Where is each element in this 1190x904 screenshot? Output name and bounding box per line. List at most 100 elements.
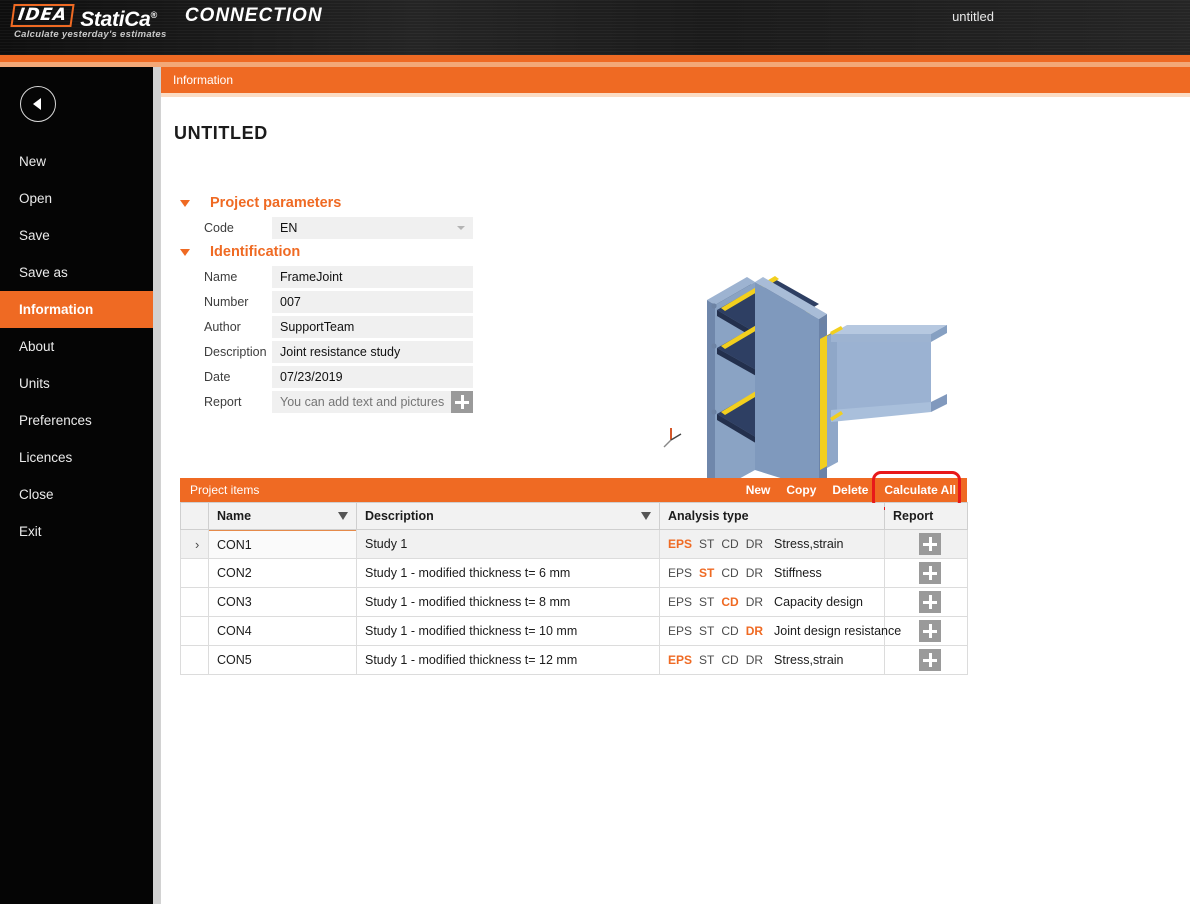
plus-icon[interactable] <box>919 562 941 584</box>
cell-name[interactable]: CON2 <box>209 559 357 588</box>
analysis-badge-st[interactable]: ST <box>699 595 714 609</box>
cell-description[interactable]: Study 1 - modified thickness t= 6 mm <box>357 559 660 588</box>
chevron-right-icon[interactable]: › <box>189 537 199 552</box>
tab-bar: Information <box>161 67 1190 93</box>
collapse-triangle-icon[interactable] <box>180 249 190 256</box>
sidebar-item-licences[interactable]: Licences <box>0 439 153 476</box>
analysis-badge-eps[interactable]: EPS <box>668 566 692 580</box>
back-button[interactable] <box>20 86 56 122</box>
analysis-badge-cd[interactable]: CD <box>721 624 738 638</box>
table-row[interactable]: ›CON1Study 1EPSSTCDDRStress,strain <box>181 530 968 559</box>
cell-description[interactable]: Study 1 - modified thickness t= 12 mm <box>357 646 660 675</box>
coordinate-axis-icon <box>659 422 689 452</box>
cell-name[interactable]: CON1 <box>209 530 357 559</box>
plus-icon[interactable] <box>919 591 941 613</box>
sidebar-item-preferences[interactable]: Preferences <box>0 402 153 439</box>
analysis-badge-cd[interactable]: CD <box>721 653 738 667</box>
analysis-type-name: Stress,strain <box>774 653 843 667</box>
cell-analysis-type[interactable]: EPSSTCDDRCapacity design <box>660 588 885 617</box>
model-viewport[interactable] <box>651 242 981 492</box>
copy-button[interactable]: Copy <box>786 483 816 497</box>
description-input[interactable] <box>272 341 473 363</box>
cell-name[interactable]: CON5 <box>209 646 357 675</box>
table-row[interactable]: CON2Study 1 - modified thickness t= 6 mm… <box>181 559 968 588</box>
cell-description[interactable]: Study 1 <box>357 530 660 559</box>
sidebar-item-save[interactable]: Save <box>0 217 153 254</box>
sidebar-item-new[interactable]: New <box>0 143 153 180</box>
name-editor[interactable]: CON1 <box>208 530 357 559</box>
cell-analysis-type[interactable]: EPSSTCDDRJoint design resistance <box>660 617 885 646</box>
analysis-badge-dr[interactable]: DR <box>746 653 763 667</box>
product-name: CONNECTION <box>185 4 323 27</box>
analysis-badge-st[interactable]: ST <box>699 566 714 580</box>
plus-icon[interactable] <box>919 533 941 555</box>
calculate-all-button[interactable]: Calculate All <box>884 483 956 497</box>
analysis-badge-cd[interactable]: CD <box>721 595 738 609</box>
analysis-badge-eps[interactable]: EPS <box>668 624 692 638</box>
sidebar-menu: NewOpenSaveSave asInformationAboutUnitsP… <box>0 143 153 550</box>
cell-name[interactable]: CON4 <box>209 617 357 646</box>
analysis-badge-eps[interactable]: EPS <box>668 537 692 551</box>
project-parameters-header[interactable]: Project parameters <box>174 195 504 211</box>
code-input[interactable] <box>272 217 473 239</box>
column-header-report[interactable]: Report <box>885 503 968 530</box>
cell-analysis-type[interactable]: EPSSTCDDRStress,strain <box>660 530 885 559</box>
sidebar-item-open[interactable]: Open <box>0 180 153 217</box>
delete-button[interactable]: Delete <box>832 483 868 497</box>
table-row[interactable]: CON5Study 1 - modified thickness t= 12 m… <box>181 646 968 675</box>
code-label: Code <box>174 221 272 235</box>
row-expand-cell[interactable] <box>181 646 209 675</box>
row-expand-cell[interactable] <box>181 588 209 617</box>
plus-icon[interactable] <box>451 391 473 413</box>
collapse-triangle-icon[interactable] <box>180 200 190 207</box>
chevron-down-icon[interactable] <box>457 226 465 230</box>
analysis-badge-eps[interactable]: EPS <box>668 653 692 667</box>
filter-icon[interactable] <box>641 512 651 520</box>
column-header-description[interactable]: Description <box>357 503 660 530</box>
analysis-badge-dr[interactable]: DR <box>746 566 763 580</box>
analysis-badge-cd[interactable]: CD <box>721 537 738 551</box>
cell-description[interactable]: Study 1 - modified thickness t= 10 mm <box>357 617 660 646</box>
date-input[interactable] <box>272 366 473 388</box>
analysis-badge-eps[interactable]: EPS <box>668 595 692 609</box>
analysis-badge-dr[interactable]: DR <box>746 537 763 551</box>
code-select[interactable] <box>272 217 473 239</box>
new-button[interactable]: New <box>746 483 771 497</box>
column-header-analysis-type[interactable]: Analysis type <box>660 503 885 530</box>
column-header-select <box>181 503 209 530</box>
cell-description[interactable]: Study 1 - modified thickness t= 8 mm <box>357 588 660 617</box>
analysis-badge-dr[interactable]: DR <box>746 595 763 609</box>
table-row[interactable]: CON3Study 1 - modified thickness t= 8 mm… <box>181 588 968 617</box>
cell-analysis-type[interactable]: EPS ST CD DR Stress,strain <box>660 646 885 675</box>
sidebar-item-close[interactable]: Close <box>0 476 153 513</box>
plus-icon[interactable] <box>919 620 941 642</box>
analysis-badge-dr[interactable]: DR <box>746 624 763 638</box>
filter-icon[interactable] <box>338 512 348 520</box>
tab-information[interactable]: Information <box>161 67 1190 93</box>
sidebar-item-about[interactable]: About <box>0 328 153 365</box>
identification-header[interactable]: Identification <box>174 244 504 260</box>
cell-analysis-type[interactable]: EPSSTCDDRStiffness <box>660 559 885 588</box>
number-input[interactable] <box>272 291 473 313</box>
row-expand-cell[interactable] <box>181 617 209 646</box>
row-expand-cell[interactable]: › <box>181 530 209 559</box>
analysis-badge-st[interactable]: ST <box>699 624 714 638</box>
report-input[interactable] <box>272 391 451 413</box>
row-expand-cell[interactable] <box>181 559 209 588</box>
name-input[interactable] <box>272 266 473 288</box>
sidebar-item-exit[interactable]: Exit <box>0 513 153 550</box>
analysis-badge-cd[interactable]: CD <box>721 566 738 580</box>
cell-name[interactable]: CON3 <box>209 588 357 617</box>
sidebar-item-units[interactable]: Units <box>0 365 153 402</box>
sidebar-item-information[interactable]: Information <box>0 291 153 328</box>
column-header-name[interactable]: Name <box>209 503 357 530</box>
analysis-badge-st[interactable]: ST <box>699 537 714 551</box>
name-label: Name <box>174 270 272 284</box>
author-input[interactable] <box>272 316 473 338</box>
sidebar-item-save-as[interactable]: Save as <box>0 254 153 291</box>
plus-icon[interactable] <box>919 649 941 671</box>
analysis-badge-group: EPSSTCDDRStiffness <box>668 566 884 580</box>
project-parameters-title: Project parameters <box>210 195 341 211</box>
analysis-badge-st[interactable]: ST <box>699 653 714 667</box>
table-row[interactable]: CON4Study 1 - modified thickness t= 10 m… <box>181 617 968 646</box>
